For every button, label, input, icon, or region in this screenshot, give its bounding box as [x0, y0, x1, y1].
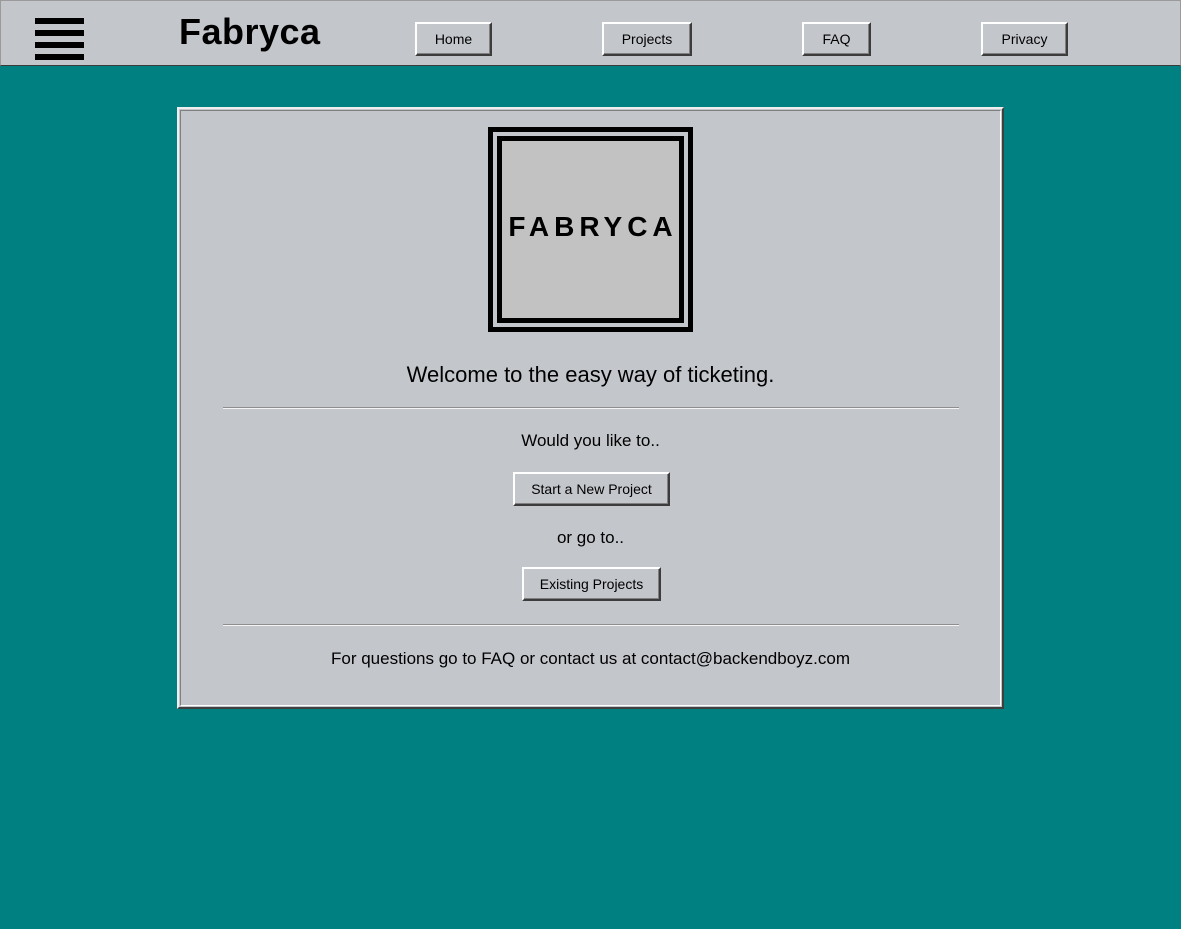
- nav-privacy-button[interactable]: Privacy: [981, 22, 1068, 56]
- start-new-project-button[interactable]: Start a New Project: [513, 472, 670, 506]
- welcome-heading: Welcome to the easy way of ticketing.: [406, 362, 775, 387]
- contact-footer-text: For questions go to FAQ or contact us at…: [330, 649, 851, 668]
- nav-home-button[interactable]: Home: [415, 22, 492, 56]
- logo-text: FABRYCA: [508, 211, 678, 242]
- nav-faq-button[interactable]: FAQ: [802, 22, 871, 56]
- welcome-panel: FABRYCA Welcome to the easy way of ticke…: [177, 107, 1004, 709]
- nav-projects-button[interactable]: Projects: [602, 22, 692, 56]
- prompt-or-go-to: or go to..: [556, 528, 625, 547]
- site-brand[interactable]: Fabryca: [179, 12, 321, 52]
- top-navigation-bar: Fabryca Home Projects FAQ Privacy: [0, 0, 1181, 66]
- existing-projects-button[interactable]: Existing Projects: [522, 567, 661, 601]
- bottom-divider: [223, 624, 959, 626]
- logo-inner-frame: FABRYCA: [497, 136, 684, 323]
- prompt-would-you-like: Would you like to..: [521, 431, 660, 450]
- hamburger-menu-icon[interactable]: [35, 18, 85, 61]
- fabryca-logo: FABRYCA: [488, 127, 693, 332]
- top-divider: [223, 407, 959, 409]
